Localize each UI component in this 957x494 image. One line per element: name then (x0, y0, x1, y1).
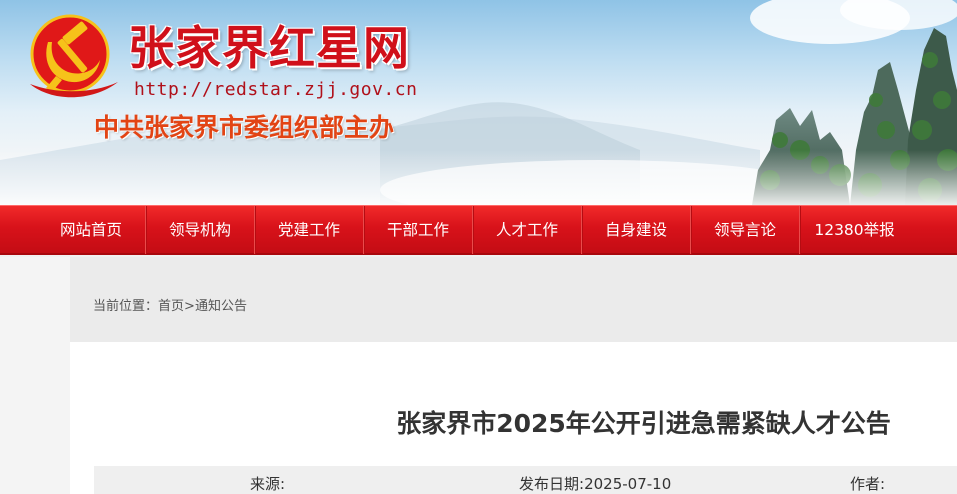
article-meta-bar: 来源: 发布日期:2025-07-10 作者: (94, 466, 957, 494)
nav-item-report-12380[interactable]: 12380举报 (800, 206, 909, 254)
nav-list: 网站首页 领导机构 党建工作 干部工作 人才工作 自身建设 领导言论 12380… (37, 206, 909, 254)
site-banner: 张家界红星网 http://redstar.zjj.gov.cn 中共张家界市委… (0, 0, 957, 205)
breadcrumb-prefix: 当前位置： (93, 299, 159, 314)
nav-item-cadre-work[interactable]: 干部工作 (364, 206, 473, 254)
article-source-label: 来源: (250, 475, 286, 493)
breadcrumb-home-link[interactable]: 首页 (158, 299, 184, 314)
main-nav: 网站首页 领导机构 党建工作 干部工作 人才工作 自身建设 领导言论 12380… (0, 205, 957, 255)
nav-item-talent-work[interactable]: 人才工作 (473, 206, 582, 254)
hammer-sickle-icon (30, 14, 118, 98)
breadcrumb-separator: > (184, 299, 195, 314)
nav-item-home[interactable]: 网站首页 (37, 206, 146, 254)
breadcrumb-current-link[interactable]: 通知公告 (195, 299, 247, 314)
article-date: 发布日期:2025-07-10 (519, 473, 671, 494)
left-gutter (0, 257, 70, 494)
article-date-value: 2025-07-10 (584, 475, 672, 493)
nav-item-party-building[interactable]: 党建工作 (255, 206, 364, 254)
site-sponsor: 中共张家界市委组织部主办 (94, 113, 395, 142)
breadcrumb-trail: 当前位置：首页>通知公告 (93, 295, 247, 314)
article-date-label: 发布日期: (519, 475, 585, 493)
article-content: 张家界市2025年公开引进急需紧缺人才公告 来源: 发布日期:2025-07-1… (70, 342, 957, 494)
article-title: 张家界市2025年公开引进急需紧缺人才公告 (396, 409, 891, 438)
breadcrumb: 当前位置：首页>通知公告 (70, 257, 957, 342)
site-title: 张家界红星网 (128, 21, 410, 75)
article-author-label: 作者: (850, 475, 886, 493)
nav-item-self-building[interactable]: 自身建设 (582, 206, 691, 254)
nav-item-leadership[interactable]: 领导机构 (146, 206, 255, 254)
site-url: http://redstar.zjj.gov.cn (134, 79, 418, 100)
nav-item-leader-speeches[interactable]: 领导言论 (691, 206, 800, 254)
